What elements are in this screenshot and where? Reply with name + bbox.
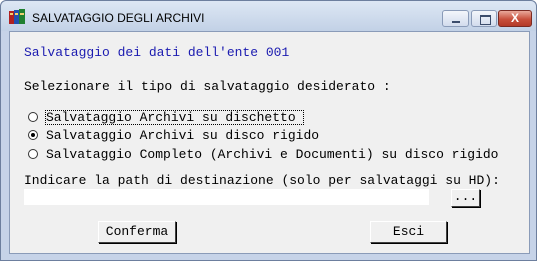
dialog-window: SALVATAGGIO DEGLI ARCHIVI X Salvataggio … xyxy=(0,0,537,261)
close-button[interactable]: X xyxy=(498,10,532,27)
exit-button[interactable]: Esci xyxy=(370,221,447,243)
browse-button[interactable]: ... xyxy=(451,189,480,207)
option-label-harddisk[interactable]: Salvataggio Archivi su disco rigido xyxy=(46,128,319,143)
dialog-body: Salvataggio dei dati dell'ente 001 Selez… xyxy=(9,31,530,254)
window-title: SALVATAGGIO DEGLI ARCHIVI xyxy=(32,11,205,25)
radio-backup-floppy[interactable] xyxy=(27,111,40,124)
close-icon: X xyxy=(510,11,519,25)
radio-backup-harddisk[interactable] xyxy=(27,129,40,142)
archive-app-icon xyxy=(9,9,25,24)
destination-path-input[interactable] xyxy=(24,189,429,205)
maximize-button[interactable] xyxy=(471,10,497,27)
backup-type-prompt: Selezionare il tipo di salvataggio desid… xyxy=(24,79,391,94)
option-label-complete[interactable]: Salvataggio Completo (Archivi e Document… xyxy=(46,147,498,162)
confirm-button[interactable]: Conferma xyxy=(98,221,176,243)
radio-backup-complete[interactable] xyxy=(27,148,40,161)
radio-selected-dot xyxy=(31,133,35,137)
destination-path-label: Indicare la path di destinazione (solo p… xyxy=(24,173,500,188)
title-bar[interactable]: SALVATAGGIO DEGLI ARCHIVI X xyxy=(1,1,536,31)
minimize-button[interactable] xyxy=(442,10,469,27)
dialog-heading: Salvataggio dei dati dell'ente 001 xyxy=(24,45,290,60)
option-label-floppy[interactable]: Salvataggio Archivi su dischetto xyxy=(46,110,296,125)
